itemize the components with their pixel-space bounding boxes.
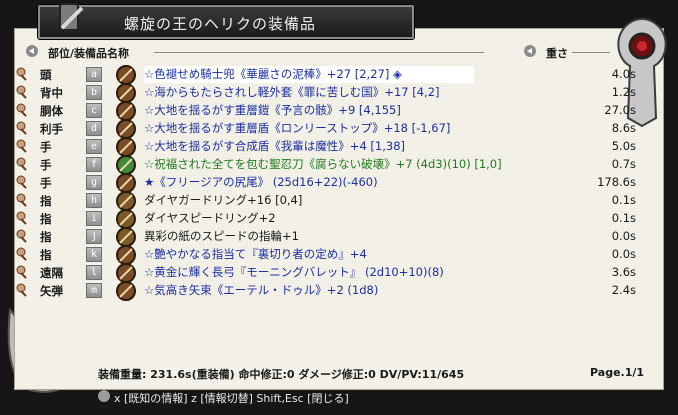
- equipment-row[interactable]: 指 h ダイヤガードリング+16 [0,4] 0.1s: [16, 191, 646, 211]
- item-weight: 178.6s: [597, 175, 636, 189]
- hotkey-badge[interactable]: g: [86, 175, 102, 190]
- item-weight: 27.0s: [604, 103, 636, 117]
- body-slot-icon: [16, 193, 27, 207]
- slot-label: 矢弾: [40, 284, 63, 298]
- slot-label: 指: [40, 230, 52, 244]
- hotkey-badge[interactable]: j: [86, 229, 102, 244]
- equipment-row[interactable]: 手 f ☆祝福された全てを包む聖忍刀《腐らない破壊》+7 (4d3)(10) [1,…: [16, 155, 646, 175]
- equipment-row[interactable]: 指 k ☆艶やかなる指当て『裏切り者の定め』+4 0.0s: [16, 245, 646, 265]
- slot-label: 頭: [40, 68, 52, 82]
- item-weight: 4.0s: [611, 67, 636, 81]
- equipment-row[interactable]: 手 g ★《フリージアの尻尾》 (25d16+22)(-460) 178.6s: [16, 173, 646, 193]
- body-slot-icon: [16, 229, 27, 243]
- equipment-item-name[interactable]: ☆大地を揺るがす合成盾《我輩は魔性》+4 [1,38]: [144, 138, 474, 155]
- equipment-summary: 装備重量: 231.6s(重装備) 命中修正:0 ダメージ修正:0 DV/PV:…: [98, 368, 465, 381]
- equipment-row[interactable]: 遠隔 l ☆黄金に輝く長弓『モーニングバレット』 (2d10+10)(8) 3.6s: [16, 263, 646, 283]
- book-icon: [59, 3, 84, 31]
- item-weight: 0.0s: [611, 229, 636, 243]
- equipment-row[interactable]: 矢弾 m ☆気高き矢束《エーテル・ドゥル》+2 (1d8) 2.4s: [16, 281, 646, 301]
- keyboard-hint: x [既知の情報] z [情報切替] Shift,Esc [閉じる]: [96, 390, 349, 406]
- slot-label: 手: [40, 140, 52, 154]
- hotkey-badge[interactable]: e: [86, 139, 102, 154]
- item-weight: 8.6s: [611, 121, 636, 135]
- equipment-item-name[interactable]: ☆大地を揺るがす重層鎧《予言の骸》+9 [4,155]: [144, 102, 474, 119]
- item-weight: 2.4s: [611, 283, 636, 297]
- hotkey-badge[interactable]: d: [86, 121, 102, 136]
- item-weight: 1.2s: [611, 85, 636, 99]
- hotkey-badge[interactable]: l: [86, 265, 102, 280]
- hint-text: x [既知の情報] z [情報切替] Shift,Esc [閉じる]: [114, 392, 349, 405]
- slot-label: 手: [40, 158, 52, 172]
- body-slot-icon: [16, 175, 27, 189]
- slot-label: 指: [40, 248, 52, 262]
- header-right-label: 重さ: [546, 47, 568, 60]
- arrow-icon: [116, 281, 136, 301]
- item-weight: 5.0s: [611, 139, 636, 153]
- equipment-item-name[interactable]: ★《フリージアの尻尾》 (25d16+22)(-460): [144, 174, 474, 191]
- equipment-window: 螺旋の王のヘリクの装備品 部位/装備品名称 重さ 頭 a ☆色褪せめ騎士兜《華麗さの…: [0, 0, 678, 415]
- hotkey-badge[interactable]: b: [86, 85, 102, 100]
- item-weight: 0.1s: [611, 193, 636, 207]
- hotkey-badge[interactable]: i: [86, 211, 102, 226]
- equipment-item-name[interactable]: ☆海からもたらされし軽外套《罪に苦しむ国》+17 [4,2]: [144, 84, 474, 101]
- slot-label: 指: [40, 194, 52, 208]
- title-bar: 螺旋の王のヘリクの装備品: [38, 5, 414, 39]
- item-weight: 3.6s: [611, 265, 636, 279]
- column-header-weight: 重さ: [524, 45, 614, 60]
- body-slot-icon: [16, 121, 27, 135]
- equipment-item-name[interactable]: ダイヤスピードリング+2: [144, 210, 474, 227]
- item-weight: 0.0s: [611, 247, 636, 261]
- header-left-label: 部位/装備品名称: [48, 47, 130, 60]
- hotkey-badge[interactable]: k: [86, 247, 102, 262]
- page-indicator: Page.1/1: [590, 366, 645, 379]
- equipment-item-name[interactable]: ☆祝福された全てを包む聖忍刀《腐らない破壊》+7 (4d3)(10) [1,0]: [144, 156, 502, 173]
- header-divider: [154, 52, 484, 53]
- hotkey-badge[interactable]: m: [86, 283, 102, 298]
- equipment-item-name[interactable]: ☆大地を揺るがす重層盾《ロンリーストップ》+18 [-1,67]: [144, 120, 474, 137]
- header-divider-right: [572, 52, 610, 53]
- body-slot-icon: [16, 265, 27, 279]
- body-slot-icon: [16, 103, 27, 117]
- equipment-row[interactable]: 指 i ダイヤスピードリング+2 0.1s: [16, 209, 646, 229]
- sort-left-icon[interactable]: [26, 45, 38, 57]
- equipment-row[interactable]: 胴体 c ☆大地を揺るがす重層鎧《予言の骸》+9 [4,155] 27.0s: [16, 101, 646, 121]
- window-title: 螺旋の王のヘリクの装備品: [124, 15, 317, 33]
- slot-label: 指: [40, 212, 52, 226]
- body-slot-icon: [16, 85, 27, 99]
- column-header-name: 部位/装備品名称: [26, 45, 484, 60]
- slot-label: 手: [40, 176, 52, 190]
- item-weight: 0.7s: [611, 157, 636, 171]
- body-slot-icon: [16, 247, 27, 261]
- slot-label: 利手: [40, 122, 63, 136]
- equipment-item-name[interactable]: ☆黄金に輝く長弓『モーニングバレット』 (2d10+10)(8): [144, 264, 474, 281]
- equipment-item-name[interactable]: ☆艶やかなる指当て『裏切り者の定め』+4: [144, 246, 474, 263]
- body-slot-icon: [16, 211, 27, 225]
- hotkey-badge[interactable]: a: [86, 67, 102, 82]
- hotkey-badge[interactable]: f: [86, 157, 102, 172]
- body-slot-icon: [16, 283, 27, 297]
- slot-label: 胴体: [40, 104, 63, 118]
- equipment-row[interactable]: 背中 b ☆海からもたらされし軽外套《罪に苦しむ国》+17 [4,2] 1.2s: [16, 83, 646, 103]
- item-weight: 0.1s: [611, 211, 636, 225]
- hotkey-badge[interactable]: h: [86, 193, 102, 208]
- sort-right-icon[interactable]: [524, 45, 536, 57]
- body-slot-icon: [16, 139, 27, 153]
- equipment-row[interactable]: 手 e ☆大地を揺るがす合成盾《我輩は魔性》+4 [1,38] 5.0s: [16, 137, 646, 157]
- equipment-row[interactable]: 頭 a ☆色褪せめ騎士兜《華麗さの泥棒》+27 [2,27] ◈ 4.0s: [16, 65, 646, 85]
- slot-label: 遠隔: [40, 266, 63, 280]
- equipment-item-name[interactable]: ☆気高き矢束《エーテル・ドゥル》+2 (1d8): [144, 282, 474, 299]
- hotkey-badge[interactable]: c: [86, 103, 102, 118]
- slot-label: 背中: [40, 86, 63, 100]
- equipment-item-name[interactable]: ダイヤガードリング+16 [0,4]: [144, 192, 474, 209]
- equipment-item-name[interactable]: 異彩の紙のスピードの指輪+1: [144, 228, 474, 245]
- equipment-row[interactable]: 指 j 異彩の紙のスピードの指輪+1 0.0s: [16, 227, 646, 247]
- equipment-row[interactable]: 利手 d ☆大地を揺るがす重層盾《ロンリーストップ》+18 [-1,67] 8.6s: [16, 119, 646, 139]
- body-slot-icon: [16, 157, 27, 171]
- equipment-item-name[interactable]: ☆色褪せめ騎士兜《華麗さの泥棒》+27 [2,27] ◈: [144, 66, 474, 83]
- body-slot-icon: [16, 67, 27, 81]
